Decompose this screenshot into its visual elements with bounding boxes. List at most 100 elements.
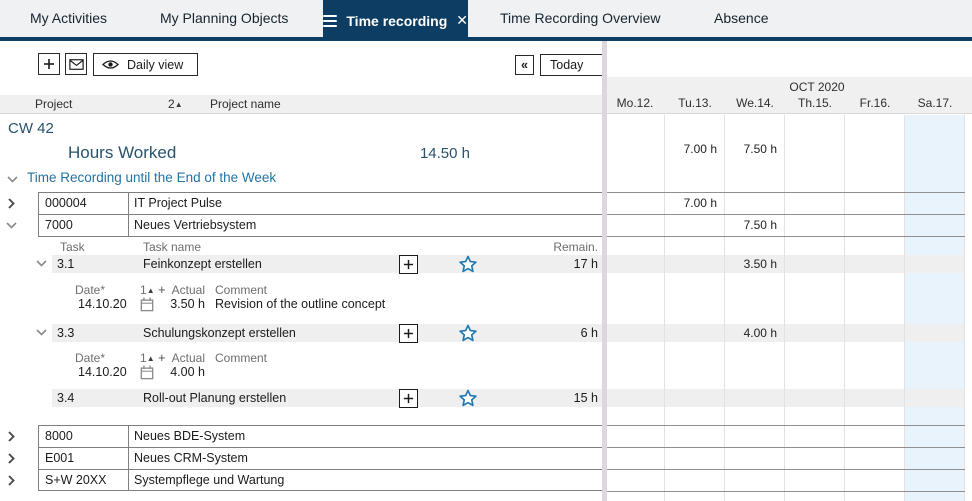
add-button[interactable] — [38, 53, 60, 75]
task-hours-cell: 3.50 h — [724, 257, 777, 271]
expand-icon[interactable] — [8, 475, 15, 486]
task-id[interactable]: 3.1 — [57, 257, 74, 271]
expand-icon[interactable] — [8, 453, 15, 464]
project-row-divider — [38, 447, 603, 448]
task-id[interactable]: 3.4 — [57, 391, 74, 405]
project-row-divider — [38, 469, 603, 470]
project-sort-indicator[interactable]: 2▲ — [168, 97, 183, 111]
weekend-column-highlight — [905, 115, 964, 501]
today-label: Today — [550, 58, 583, 72]
project-id[interactable]: S+W 20XX — [45, 473, 107, 487]
entry-actual-hours[interactable]: 3.50 h — [105, 297, 205, 311]
task-collapse-icon[interactable] — [36, 329, 47, 336]
column-header-actual: Actual — [105, 351, 205, 365]
tab-my-activities[interactable]: My Activities — [30, 10, 107, 26]
remaining-hours: 15 h — [498, 391, 598, 405]
project-name[interactable]: Neues CRM-System — [134, 451, 248, 465]
project-hours-cell: 7.50 h — [724, 218, 777, 232]
month-label: OCT 2020 — [647, 80, 972, 94]
favorite-star-icon[interactable] — [458, 254, 478, 274]
add-entry-button[interactable] — [399, 255, 418, 274]
grid-row-line — [607, 192, 965, 193]
grid-column-line — [844, 115, 845, 501]
collapse-icon[interactable] — [6, 222, 17, 229]
project-header-band — [0, 95, 603, 114]
pane-splitter[interactable] — [602, 41, 607, 501]
daily-view-button[interactable]: Daily view — [93, 53, 198, 76]
day-header-mo: Mo.12. — [605, 96, 665, 110]
envelope-icon — [69, 59, 84, 70]
plus-icon — [403, 393, 414, 404]
add-entry-button[interactable] — [399, 389, 418, 408]
column-header-date: Date* — [75, 351, 105, 365]
expand-icon[interactable] — [8, 198, 15, 209]
grid-row-line — [607, 491, 965, 492]
column-header-task: Task — [60, 240, 85, 254]
project-name[interactable]: Systempflege und Wartung — [134, 473, 284, 487]
favorite-star-icon[interactable] — [458, 323, 478, 343]
hours-worked-label: Hours Worked — [68, 143, 176, 163]
plus-icon — [403, 328, 414, 339]
tab-my-planning-objects[interactable]: My Planning Objects — [160, 10, 288, 26]
project-hours-cell: 7.00 h — [664, 196, 717, 210]
hours-worked-total: 14.50 h — [370, 145, 470, 162]
sort-asc-icon: ▲ — [175, 100, 183, 109]
task-collapse-icon[interactable] — [36, 260, 47, 267]
hours-worked-cell-tu: 7.00 h — [664, 142, 717, 156]
today-button[interactable]: Today — [540, 54, 603, 76]
section-collapse-icon[interactable] — [7, 176, 18, 183]
eye-icon — [102, 59, 119, 70]
day-header-we: We.14. — [725, 96, 785, 110]
tab-time-recording-overview[interactable]: Time Recording Overview — [500, 10, 661, 26]
active-tab-label: Time recording — [346, 13, 447, 29]
section-title[interactable]: Time Recording until the End of the Week — [27, 170, 276, 185]
grid-row-line — [607, 447, 965, 448]
task-hours-cell: 4.00 h — [724, 326, 777, 340]
project-name[interactable]: Neues Vertriebsystem — [134, 218, 256, 232]
column-header-task-name: Task name — [143, 240, 201, 254]
column-header-project[interactable]: Project — [35, 97, 72, 111]
grid-row-line — [607, 425, 965, 426]
task-name[interactable]: Feinkonzept erstellen — [143, 257, 262, 271]
grid-column-line — [904, 115, 905, 501]
task-id[interactable]: 3.3 — [57, 326, 74, 340]
project-id[interactable]: 000004 — [45, 196, 87, 210]
project-id[interactable]: E001 — [45, 451, 74, 465]
grid-column-line — [964, 115, 965, 501]
grid-column-line — [724, 115, 725, 501]
menu-icon[interactable] — [323, 12, 337, 30]
task-name[interactable]: Roll-out Planung erstellen — [143, 391, 286, 405]
entry-actual-hours[interactable]: 4.00 h — [105, 365, 205, 379]
remaining-hours: 6 h — [498, 326, 598, 340]
project-row-divider — [38, 214, 603, 215]
project-column-divider — [128, 425, 129, 491]
project-name[interactable]: IT Project Pulse — [134, 196, 222, 210]
column-header-comment: Comment — [215, 283, 267, 297]
previous-week-button[interactable]: « — [515, 55, 534, 75]
tab-time-recording[interactable]: Time recording ✕ — [323, 0, 468, 41]
task-row-band-right — [607, 255, 965, 273]
calendar-week-label: CW 42 — [8, 120, 54, 137]
project-name[interactable]: Neues BDE-System — [134, 429, 245, 443]
column-header-project-name[interactable]: Project name — [210, 97, 281, 111]
tab-absence[interactable]: Absence — [714, 10, 768, 26]
task-name[interactable]: Schulungskonzept erstellen — [143, 326, 296, 340]
project-table — [38, 425, 603, 491]
project-id[interactable]: 8000 — [45, 429, 73, 443]
grid-column-line — [664, 115, 665, 501]
grid-row-line — [607, 236, 965, 237]
day-header-fr: Fr.16. — [845, 96, 905, 110]
close-icon[interactable]: ✕ — [456, 12, 468, 29]
grid-row-line — [607, 469, 965, 470]
add-entry-button[interactable] — [399, 324, 418, 343]
favorite-star-icon[interactable] — [458, 388, 478, 408]
mail-button[interactable] — [65, 53, 87, 75]
project-id[interactable]: 7000 — [45, 218, 73, 232]
grid-column-line — [784, 115, 785, 501]
expand-icon[interactable] — [8, 431, 15, 442]
plus-icon — [403, 259, 414, 270]
entry-comment[interactable]: Revision of the outline concept — [215, 297, 385, 311]
tab-bar — [0, 0, 972, 37]
task-row-band-right — [607, 389, 965, 407]
day-header-tu: Tu.13. — [665, 96, 725, 110]
